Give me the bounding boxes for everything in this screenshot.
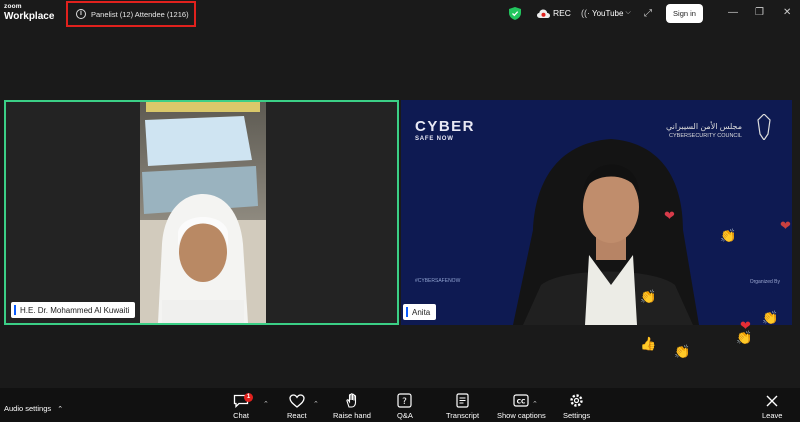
- close-icon[interactable]: ✕: [783, 7, 791, 18]
- participant-count-text: Panelist (12) Attendee (1216): [91, 9, 189, 19]
- leave-icon: [765, 393, 779, 408]
- chevron-up-icon[interactable]: ⌃: [313, 400, 319, 408]
- settings-label: Settings: [563, 411, 591, 420]
- transcript-icon: [456, 393, 469, 408]
- clap-reaction-icon: 👏: [674, 344, 691, 359]
- zoom-logo: zoom Workplace: [4, 3, 55, 22]
- chevron-up-icon[interactable]: ⌃: [263, 400, 269, 408]
- speaker-video: [140, 102, 266, 323]
- heart-reaction-icon: ❤: [664, 208, 675, 223]
- captions-icon: CC: [513, 393, 529, 408]
- info-icon: i: [76, 9, 86, 19]
- raise-hand-label: Raise hand: [333, 411, 371, 420]
- chat-button[interactable]: 1 Chat: [233, 393, 253, 420]
- stream-label: YouTube: [592, 8, 624, 18]
- cyber-safe-logo: CYBER SAFE NOW: [415, 118, 475, 142]
- participant-count[interactable]: i Panelist (12) Attendee (1216): [66, 1, 196, 27]
- qa-button[interactable]: ? Q&A: [397, 393, 413, 420]
- svg-text:?: ?: [403, 397, 408, 407]
- video-tile-speaker[interactable]: H.E. Dr. Mohammed Al Kuwaiti: [4, 100, 399, 325]
- clap-reaction-icon: 👏: [736, 330, 753, 345]
- show-captions-button[interactable]: CC Show captions: [497, 393, 546, 420]
- cloud-icon: [537, 9, 550, 18]
- cyber-logo-main: CYBER: [415, 118, 476, 135]
- organized-by-text: Organized By: [749, 279, 780, 285]
- minimize-icon[interactable]: —: [728, 7, 738, 18]
- title-bar: zoom Workplace i Panelist (12) Attendee …: [0, 0, 800, 28]
- chevron-up-icon: ⌃: [57, 406, 64, 413]
- recording-indicator[interactable]: REC: [537, 8, 571, 18]
- participant-name: H.E. Dr. Mohammed Al Kuwaiti: [20, 305, 130, 315]
- show-captions-label: Show captions: [497, 411, 546, 420]
- participant-name: Anita: [412, 307, 431, 317]
- heart-reaction-icon: ❤: [780, 218, 791, 233]
- livestream-dropdown[interactable]: ((· YouTube ⌵: [581, 8, 631, 18]
- react-button[interactable]: React: [287, 393, 307, 420]
- emblem-icon: [757, 114, 771, 140]
- rec-label: REC: [553, 8, 571, 18]
- leave-button[interactable]: Leave: [762, 393, 782, 420]
- video-tile-participant[interactable]: CYBER SAFE NOW مجلس الأمن السيبراني CYBE…: [401, 100, 792, 325]
- settings-button[interactable]: Settings: [563, 393, 590, 420]
- logo-line1: zoom: [4, 3, 22, 10]
- svg-text:CC: CC: [517, 398, 526, 405]
- thumbs-up-reaction-icon: 👍: [640, 336, 657, 351]
- meeting-toolbar: Audio settings ⌃ 1 Chat ⌃ React ⌃ Raise …: [0, 388, 800, 422]
- audio-settings-button[interactable]: Audio settings ⌃: [4, 404, 63, 413]
- transcript-label: Transcript: [446, 411, 480, 420]
- heart-icon: [289, 393, 305, 408]
- clap-reaction-icon: 👏: [720, 228, 737, 243]
- chevron-down-icon: ⌵: [625, 9, 631, 16]
- hand-icon: [345, 393, 359, 408]
- broadcast-icon: ((·: [581, 8, 590, 18]
- leave-label: Leave: [762, 411, 783, 420]
- clap-reaction-icon: 👏: [762, 310, 779, 325]
- chevron-up-icon[interactable]: ⌃: [532, 400, 538, 408]
- participant-name-chip: Anita: [403, 304, 437, 320]
- clap-reaction-icon: 👏: [640, 289, 657, 304]
- cyber-logo-sub: SAFE NOW: [415, 136, 454, 142]
- transcript-button[interactable]: Transcript: [446, 393, 479, 420]
- council-arabic: مجلس الأمن السيبراني: [665, 122, 742, 131]
- participant-video: [513, 139, 699, 325]
- restore-icon[interactable]: ❐: [755, 7, 764, 18]
- qa-label: Q&A: [397, 411, 413, 420]
- chat-label: Chat: [233, 411, 249, 420]
- qa-icon: ?: [397, 393, 413, 408]
- sign-in-button[interactable]: Sign in: [666, 4, 703, 23]
- participant-name-chip: H.E. Dr. Mohammed Al Kuwaiti: [11, 302, 136, 318]
- shield-icon[interactable]: [509, 7, 521, 20]
- chat-badge: 1: [244, 393, 253, 402]
- raise-hand-button[interactable]: Raise hand: [333, 393, 371, 420]
- expand-icon[interactable]: ⤢: [644, 8, 652, 19]
- gear-icon: [569, 393, 584, 408]
- logo-line2: Workplace: [4, 10, 55, 22]
- react-label: React: [287, 411, 307, 420]
- audio-settings-label: Audio settings: [4, 404, 52, 413]
- hashtag-text: #CYBERSAFENOW: [415, 278, 461, 284]
